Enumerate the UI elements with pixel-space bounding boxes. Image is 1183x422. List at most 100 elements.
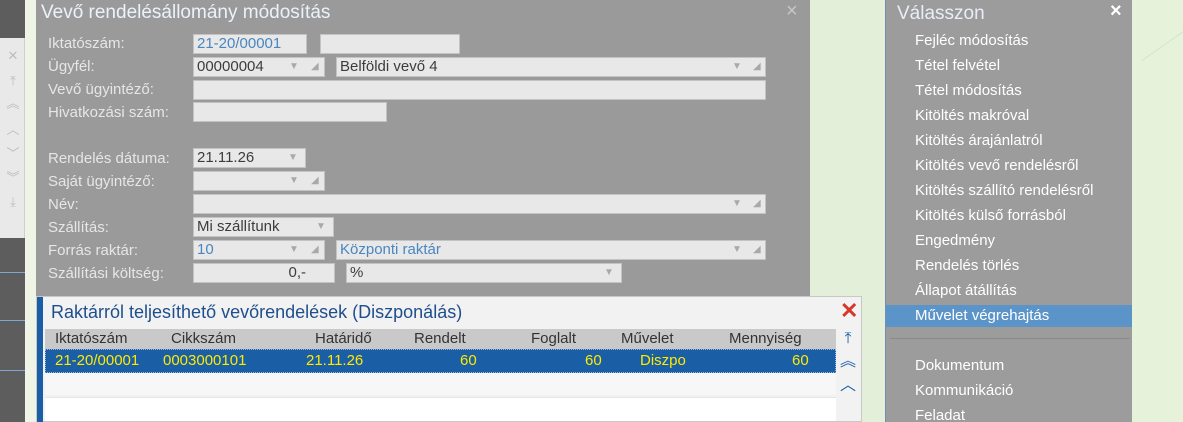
vevo-ugyintezo-field[interactable] <box>193 80 766 100</box>
column-header[interactable]: Foglalt <box>531 330 576 347</box>
column-header[interactable]: Mennyiség <box>729 330 802 347</box>
dropdown-icon[interactable]: ▼ <box>732 58 742 76</box>
table-cell: 21-20/00001 <box>55 352 140 369</box>
last-icon[interactable]: ⤓ <box>5 194 21 210</box>
dispose-dialog: Raktárról teljesíthető vevőrendelések (D… <box>36 296 862 422</box>
order-edit-dialog: Vevő rendelésállomány módosítás × Iktató… <box>36 0 810 300</box>
menu-item-rendeles-torles[interactable]: Rendelés törlés <box>886 255 1132 277</box>
forras-raktar-name-field[interactable]: Központi raktár ▼ ◢ <box>336 240 766 260</box>
ugyfel-code-field[interactable]: 00000004 ▼ ◢ <box>193 57 325 77</box>
lookup-icon[interactable]: ◢ <box>311 241 319 259</box>
ugyfel-code-value: 00000004 <box>197 58 264 75</box>
table-cell: 21.11.26 <box>306 352 364 369</box>
first-icon[interactable]: ⤒ <box>840 331 856 347</box>
nev-field[interactable]: ▼ ◢ <box>193 194 766 214</box>
forras-raktar-code-value: 10 <box>197 241 214 258</box>
table-row-empty <box>45 397 836 421</box>
column-header[interactable]: Határidő <box>315 330 372 347</box>
menu-item-engedmeny[interactable]: Engedmény <box>886 230 1132 252</box>
rendeles-datuma-value: 21.11.26 <box>197 149 255 166</box>
iktatoszam-label: Iktatószám: <box>48 35 125 52</box>
sajat-ugyintezo-field[interactable]: ▼ ◢ <box>193 171 325 191</box>
szallitas-value: Mi szállítunk <box>197 218 280 235</box>
column-header[interactable]: Rendelt <box>414 330 466 347</box>
szallitasi-koltseg-label: Szállítási költség: <box>48 265 164 282</box>
page-up-icon[interactable]: ︽ <box>840 354 856 370</box>
down-icon[interactable]: ﹀ <box>5 146 21 162</box>
lookup-icon[interactable]: ◢ <box>311 58 319 76</box>
table-cell: 60 <box>585 352 602 369</box>
szallitasi-koltseg-field[interactable]: 0,- <box>193 263 335 283</box>
unit-value: % <box>350 264 364 281</box>
table-row[interactable]: 21-20/00001 0003000101 21.11.26 60 60 Di… <box>45 349 836 373</box>
dropdown-icon[interactable]: ▼ <box>289 241 299 259</box>
dropdown-icon[interactable]: ▼ <box>289 58 299 76</box>
szallitasi-koltseg-unit-field[interactable]: % ▼ <box>346 263 622 283</box>
nev-label: Név: <box>48 196 79 213</box>
dropdown-icon[interactable]: ▼ <box>732 195 742 213</box>
lookup-icon[interactable]: ◢ <box>753 241 761 259</box>
column-header[interactable]: Művelet <box>621 330 674 347</box>
table-cell: 60 <box>460 352 477 369</box>
up-icon[interactable]: ︿ <box>5 122 21 138</box>
vevo-ugyintezo-label: Vevő ügyintéző: <box>48 81 154 98</box>
table-row-empty <box>45 373 836 395</box>
dropdown-icon[interactable]: ▼ <box>604 264 614 282</box>
menu-separator <box>890 338 1130 339</box>
menu-item-kitoltes-kulso-forrasbol[interactable]: Kitöltés külső forrásból <box>886 205 1132 227</box>
szallitas-label: Szállítás: <box>48 219 109 236</box>
rendeles-datuma-label: Rendelés dátuma: <box>48 150 170 167</box>
sajat-ugyintezo-label: Saját ügyintéző: <box>48 173 155 190</box>
table-cell: 60 <box>792 352 809 369</box>
page-up-icon[interactable]: ︽ <box>5 96 21 112</box>
background-right <box>1132 0 1183 422</box>
column-header[interactable]: Cikkszám <box>171 330 236 347</box>
table-cell: 0003000101 <box>163 352 247 369</box>
dialog-accent-bar <box>37 297 43 422</box>
dialog-title: Vevő rendelésállomány módosítás <box>41 2 331 23</box>
menu-item-kitoltes-vevo-rendelesrol[interactable]: Kitöltés vevő rendelésről <box>886 155 1132 177</box>
up-icon[interactable]: ︿ <box>840 378 856 394</box>
iktatoszam-extra-field[interactable] <box>320 34 460 54</box>
szallitas-field[interactable]: Mi szállítunk ▼ <box>193 217 334 237</box>
hivatkozasi-szam-field[interactable] <box>193 102 387 122</box>
dropdown-icon[interactable]: ▼ <box>288 149 298 167</box>
menu-item-dokumentum[interactable]: Dokumentum <box>886 355 1132 377</box>
dropdown-icon[interactable]: ▼ <box>289 172 299 190</box>
lookup-icon[interactable]: ◢ <box>753 195 761 213</box>
ugyfel-name-value: Belföldi vevő 4 <box>340 58 438 75</box>
dropdown-icon[interactable]: ▼ <box>316 218 326 236</box>
action-menu: Válasszon × Fejléc módosítás Tétel felvé… <box>885 0 1132 422</box>
dialog-close-icon[interactable]: × <box>786 0 798 23</box>
ugyfel-name-field[interactable]: Belföldi vevő 4 ▼ ◢ <box>336 57 766 77</box>
menu-item-kommunikacio[interactable]: Kommunikáció <box>886 380 1132 402</box>
hivatkozasi-szam-label: Hivatkozási szám: <box>48 104 169 121</box>
menu-close-icon[interactable]: × <box>1110 0 1122 23</box>
menu-item-muvelet-vegrehajtas[interactable]: Művelet végrehajtás <box>886 305 1132 327</box>
table-header: Iktatószám Cikkszám Határidő Rendelt Fog… <box>45 329 836 349</box>
first-icon[interactable]: ⤒ <box>5 73 21 89</box>
forras-raktar-name-value: Központi raktár <box>340 241 441 258</box>
menu-item-kitoltes-makroval[interactable]: Kitöltés makróval <box>886 105 1132 127</box>
close-icon[interactable]: ✕ <box>840 298 858 324</box>
ugyfel-label: Ügyfél: <box>48 58 95 75</box>
forras-raktar-label: Forrás raktár: <box>48 242 139 259</box>
menu-item-kitoltes-arajanlatrol[interactable]: Kitöltés árajánlatról <box>886 130 1132 152</box>
navigation-strip: ✕ ⤒ ︽ ︿ ﹀ ︾ ⤓ <box>0 38 25 238</box>
lookup-icon[interactable]: ◢ <box>311 172 319 190</box>
lookup-icon[interactable]: ◢ <box>753 58 761 76</box>
menu-item-allapot-atallitas[interactable]: Állapot átállítás <box>886 280 1132 302</box>
menu-item-tetel-felvetel[interactable]: Tétel felvétel <box>886 55 1132 77</box>
rendeles-datuma-field[interactable]: 21.11.26 ▼ <box>193 148 306 168</box>
page-down-icon[interactable]: ︾ <box>5 170 21 186</box>
iktatoszam-field[interactable]: 21-20/00001 <box>193 34 307 54</box>
close-icon[interactable]: ✕ <box>5 48 21 64</box>
menu-item-feladat[interactable]: Feladat <box>886 405 1132 422</box>
column-header[interactable]: Iktatószám <box>55 330 128 347</box>
menu-item-fejlec-modositas[interactable]: Fejléc módosítás <box>886 30 1132 52</box>
subdialog-title: Raktárról teljesíthető vevőrendelések (D… <box>51 302 463 322</box>
dropdown-icon[interactable]: ▼ <box>732 241 742 259</box>
forras-raktar-code-field[interactable]: 10 ▼ ◢ <box>193 240 325 260</box>
menu-item-tetel-modositas[interactable]: Tétel módosítás <box>886 80 1132 102</box>
menu-item-kitoltes-szallito-rendelesrol[interactable]: Kitöltés szállító rendelésről <box>886 180 1132 202</box>
